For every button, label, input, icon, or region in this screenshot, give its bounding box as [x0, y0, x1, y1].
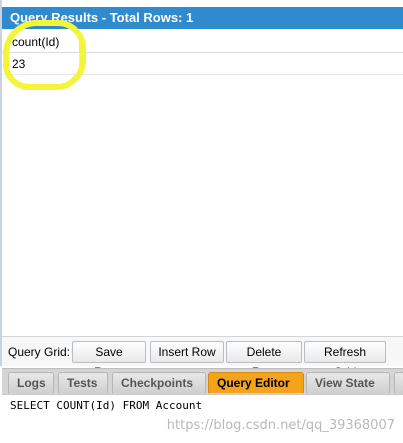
tab-checkpoints[interactable]: Checkpoints	[112, 372, 206, 393]
tab-tests[interactable]: Tests	[58, 372, 108, 393]
delete-row-button[interactable]: Delete Row	[226, 341, 302, 379]
column-header-count-id[interactable]: count(Id)	[2, 31, 80, 53]
query-results-title: Query Results - Total Rows: 1	[2, 7, 403, 29]
save-rows-button[interactable]: Save Rows	[72, 341, 146, 379]
tab-overflow[interactable]	[394, 372, 403, 393]
cell-count-value[interactable]: 23	[2, 53, 80, 75]
refresh-grid-button[interactable]: Refresh Grid	[304, 341, 386, 379]
query-prefix: SELECT	[10, 399, 57, 412]
grid-header-row: count(Id)	[2, 31, 403, 53]
query-highlighted: COUNT(Id)	[56, 399, 116, 412]
tab-logs[interactable]: Logs	[8, 372, 54, 393]
query-grid-label: Query Grid:	[8, 345, 71, 359]
tab-query-editor[interactable]: Query Editor	[208, 372, 304, 393]
table-row[interactable]: 23	[2, 53, 403, 75]
grid-empty-area	[2, 75, 403, 335]
watermark: https://blog.csdn.net/qq_39368007	[166, 418, 395, 433]
tab-bar: Logs Tests Checkpoints Query Editor View…	[2, 368, 403, 394]
query-text[interactable]: SELECT COUNT(Id) FROM Account	[10, 399, 202, 412]
query-suffix: FROM Account	[115, 399, 203, 412]
query-grid-toolbar: Query Grid: Save Rows Insert Row Delete …	[2, 336, 403, 379]
tab-view-state[interactable]: View State	[306, 372, 390, 393]
insert-row-button[interactable]: Insert Row	[150, 341, 224, 363]
query-results-window: Query Results - Total Rows: 1 count(Id) …	[0, 0, 403, 443]
